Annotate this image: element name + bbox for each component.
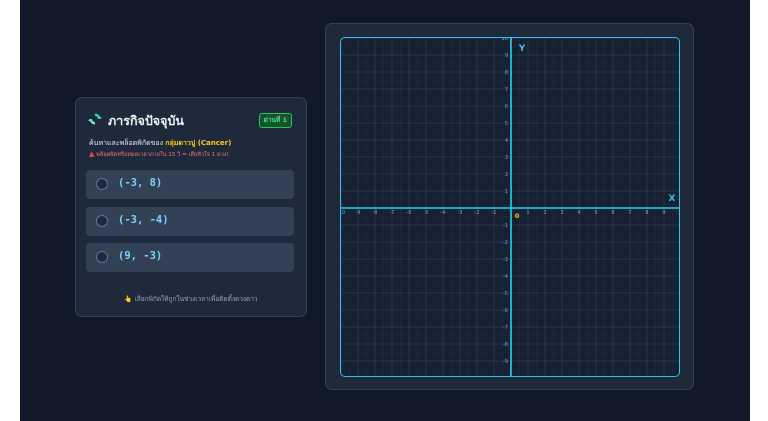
y-tick-label: -1 — [503, 223, 508, 229]
y-tick-label: 4 — [505, 138, 508, 144]
x-tick-label: 3 — [560, 210, 563, 216]
y-tick-label: 5 — [505, 121, 508, 127]
y-tick-label: -2 — [503, 240, 508, 246]
instruction-text: ค้นหาและพล็อตพิกัดของ — [89, 139, 164, 147]
y-tick-label: -3 — [503, 257, 508, 263]
radio-button[interactable] — [96, 178, 108, 190]
x-tick-label: 7 — [628, 210, 631, 216]
target-constellation: กลุ่มดาวปู (Cancer) — [165, 139, 232, 147]
x-tick-label: -4 — [441, 210, 446, 216]
option-1[interactable]: (-3, 8) — [86, 170, 294, 199]
x-tick-label: -6 — [407, 210, 412, 216]
option-coordinate: (9, -3) — [118, 250, 163, 262]
x-tick-label: 6 — [611, 210, 614, 216]
y-tick-label: 3 — [505, 155, 508, 161]
y-tick-label: -7 — [503, 325, 508, 331]
x-tick-label: 5 — [594, 210, 597, 216]
refresh-icon — [88, 113, 102, 125]
x-tick-label: 9 — [662, 210, 665, 216]
option-3[interactable]: (9, -3) — [86, 243, 294, 272]
y-tick-label: -10 — [500, 376, 508, 377]
mission-panel: ภารกิจปัจจุบัน ด่านที่ 1 ค้นหาและพล็อตพิ… — [75, 97, 307, 317]
y-tick-label: -5 — [503, 291, 508, 297]
warning-text: พล็อตผิดหรือหมดเวลาภายใน 15 วิ = เสียหัว… — [96, 152, 229, 158]
origin-label: 0 — [515, 212, 520, 220]
x-tick-label: -3 — [458, 210, 463, 216]
option-coordinate: (-3, 8) — [118, 177, 163, 189]
level-badge: ด่านที่ 1 — [258, 113, 292, 128]
mission-header: ภารกิจปัจจุบัน ด่านที่ 1 — [88, 110, 294, 130]
y-tick-label: 9 — [505, 53, 508, 59]
option-coordinate: (-3, -4) — [118, 214, 169, 226]
y-tick-label: 6 — [505, 104, 508, 110]
mission-instruction: ค้นหาและพล็อตพิกัดของ กลุ่มดาวปู (Cancer… — [89, 138, 231, 149]
y-axis-label: Y — [518, 44, 526, 54]
y-tick-label: 8 — [505, 70, 508, 76]
x-tick-label: 10 — [678, 210, 680, 216]
option-2[interactable]: (-3, -4) — [86, 207, 294, 236]
y-tick-label: 7 — [505, 87, 508, 93]
y-tick-label: 10 — [502, 38, 508, 42]
x-tick-label: -1 — [492, 210, 497, 216]
x-tick-label: -10 — [341, 210, 345, 216]
x-tick-label: 8 — [645, 210, 648, 216]
hint-text: 👆 เลือกพิกัดให้ถูกในช่วงเวลาเพื่อติดตั้ง… — [124, 295, 258, 303]
coordinate-plane[interactable]: -10-9-8-7-6-5-4-3-2-11234567891010987654… — [340, 37, 680, 377]
radio-button[interactable] — [96, 215, 108, 227]
warning-message: ▲ พล็อตผิดหรือหมดเวลาภายใน 15 วิ = เสียห… — [89, 150, 229, 159]
coordinate-grid[interactable]: -10-9-8-7-6-5-4-3-2-11234567891010987654… — [341, 38, 680, 377]
x-tick-label: 2 — [543, 210, 546, 216]
warning-icon: ▲ — [89, 150, 95, 158]
x-tick-label: -5 — [424, 210, 429, 216]
x-axis-label: X — [669, 194, 676, 204]
mission-title: ภารกิจปัจจุบัน — [108, 113, 184, 128]
y-tick-label: -4 — [503, 274, 508, 280]
y-tick-label: -9 — [503, 359, 508, 365]
x-tick-label: -9 — [356, 210, 361, 216]
x-tick-label: 4 — [577, 210, 580, 216]
left-margin — [0, 0, 20, 421]
right-margin — [750, 0, 768, 421]
x-tick-label: -7 — [390, 210, 395, 216]
radio-button[interactable] — [96, 251, 108, 263]
y-tick-label: -6 — [503, 308, 508, 314]
x-tick-label: 1 — [526, 210, 529, 216]
y-tick-label: -8 — [503, 342, 508, 348]
y-tick-label: 1 — [505, 189, 508, 195]
y-tick-label: 2 — [505, 172, 508, 178]
x-tick-label: -8 — [373, 210, 378, 216]
x-tick-label: -2 — [475, 210, 480, 216]
